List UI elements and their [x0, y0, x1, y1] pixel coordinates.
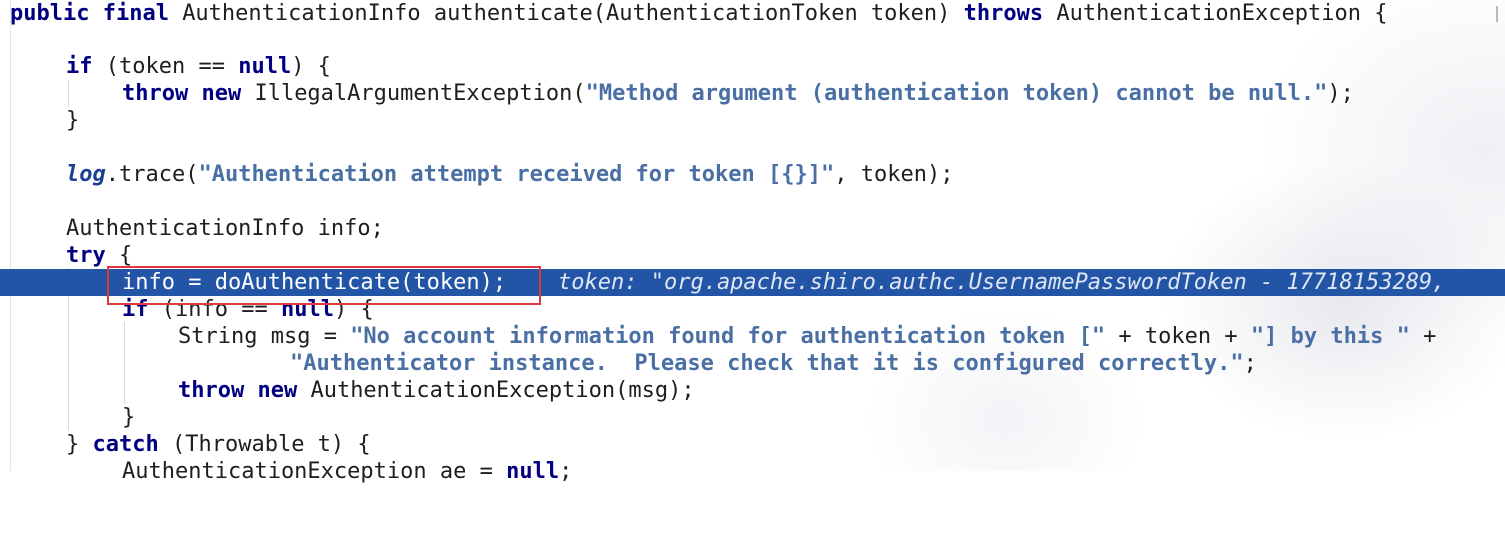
- code-line-18[interactable]: AuthenticationException ae = null;: [0, 458, 1505, 485]
- code-token-plain: , token);: [834, 162, 954, 187]
- code-line-5[interactable]: }: [0, 107, 1505, 134]
- code-line-8[interactable]: [0, 188, 1505, 215]
- code-token-plain: }: [66, 108, 80, 133]
- code-token-kw: throw new: [122, 81, 255, 106]
- code-token-plain: + token +: [1105, 324, 1251, 349]
- code-token-plain: (Throwable t) {: [171, 432, 371, 457]
- code-line-2[interactable]: [0, 27, 1505, 54]
- code-token-plain: (token ==: [105, 54, 239, 79]
- code-token-plain: AuthenticationException {: [1056, 1, 1388, 26]
- code-line-6[interactable]: [0, 134, 1505, 161]
- code-token-plain: ) {: [291, 54, 331, 79]
- current-execution-line[interactable]: info = doAuthenticate(token); token: "or…: [0, 269, 1505, 296]
- code-line-4[interactable]: throw new IllegalArgumentException("Meth…: [0, 80, 1505, 107]
- code-line-9[interactable]: AuthenticationInfo info;: [0, 215, 1505, 242]
- code-token-plain: ;: [559, 459, 573, 484]
- code-token-kw: null: [506, 459, 560, 484]
- code-token-plain: );: [1327, 81, 1354, 106]
- inline-debug-value: token: "org.apache.shiro.authc.UsernameP…: [558, 270, 1446, 295]
- code-token-field: log: [66, 162, 106, 187]
- code-line-1[interactable]: public final AuthenticationInfo authenti…: [0, 0, 1505, 27]
- code-token-kw: if: [66, 54, 106, 79]
- code-line-10[interactable]: try {: [0, 242, 1505, 269]
- code-token-plain: .trace(: [105, 162, 199, 187]
- code-token-kw: catch: [92, 432, 172, 457]
- code-token-str: "Method argument (authentication token) …: [585, 81, 1328, 106]
- code-token-kw: try: [66, 243, 119, 268]
- code-token-plain: AuthenticationException(msg);: [310, 378, 695, 403]
- code-token-kw: null: [238, 54, 292, 79]
- code-token-plain: +: [1409, 324, 1437, 349]
- code-token-str: "No account information found for authen…: [350, 324, 1106, 349]
- code-token-plain: AuthenticationInfo info;: [66, 216, 384, 241]
- code-token-kw: if: [122, 297, 162, 322]
- code-line-15[interactable]: throw new AuthenticationException(msg);: [0, 377, 1505, 404]
- code-token-kw: throws: [963, 1, 1057, 26]
- code-token-plain: (info ==: [161, 297, 281, 322]
- code-token-plain: }: [122, 405, 136, 430]
- code-token-plain: ) {: [333, 297, 374, 322]
- code-token-kw: null: [280, 297, 334, 322]
- code-token-plain: AuthenticationInfo authenticate(Authenti…: [182, 1, 964, 26]
- code-line-13[interactable]: String msg = "No account information fou…: [0, 323, 1505, 350]
- code-token-plain: String msg =: [178, 324, 351, 349]
- code-token-plain: AuthenticationException ae =: [122, 459, 507, 484]
- code-line-3[interactable]: if (token == null) {: [0, 53, 1505, 80]
- code-token-kw: public final: [10, 1, 183, 26]
- code-token-plain: ;: [1243, 351, 1257, 376]
- code-token-kw: throw new: [178, 378, 311, 403]
- code-token-plain: }: [66, 432, 93, 457]
- code-token-str: "] by this ": [1250, 324, 1410, 349]
- code-line-17[interactable]: } catch (Throwable t) {: [0, 431, 1505, 458]
- code-line-12[interactable]: if (info == null) {: [0, 296, 1505, 323]
- code-editor[interactable]: public final AuthenticationInfo authenti…: [0, 0, 1505, 484]
- code-token-str: "Authentication attempt received for tok…: [198, 162, 835, 187]
- code-token-plain: IllegalArgumentException(: [254, 81, 586, 106]
- code-token-plain: info = doAuthenticate(token);: [122, 270, 507, 295]
- code-line-7[interactable]: log.trace("Authentication attempt receiv…: [0, 161, 1505, 188]
- code-line-14[interactable]: "Authenticator instance. Please check th…: [0, 350, 1505, 377]
- code-line-16[interactable]: }: [0, 404, 1505, 431]
- code-token-plain: {: [118, 243, 133, 268]
- code-token-str: "Authenticator instance. Please check th…: [290, 351, 1244, 376]
